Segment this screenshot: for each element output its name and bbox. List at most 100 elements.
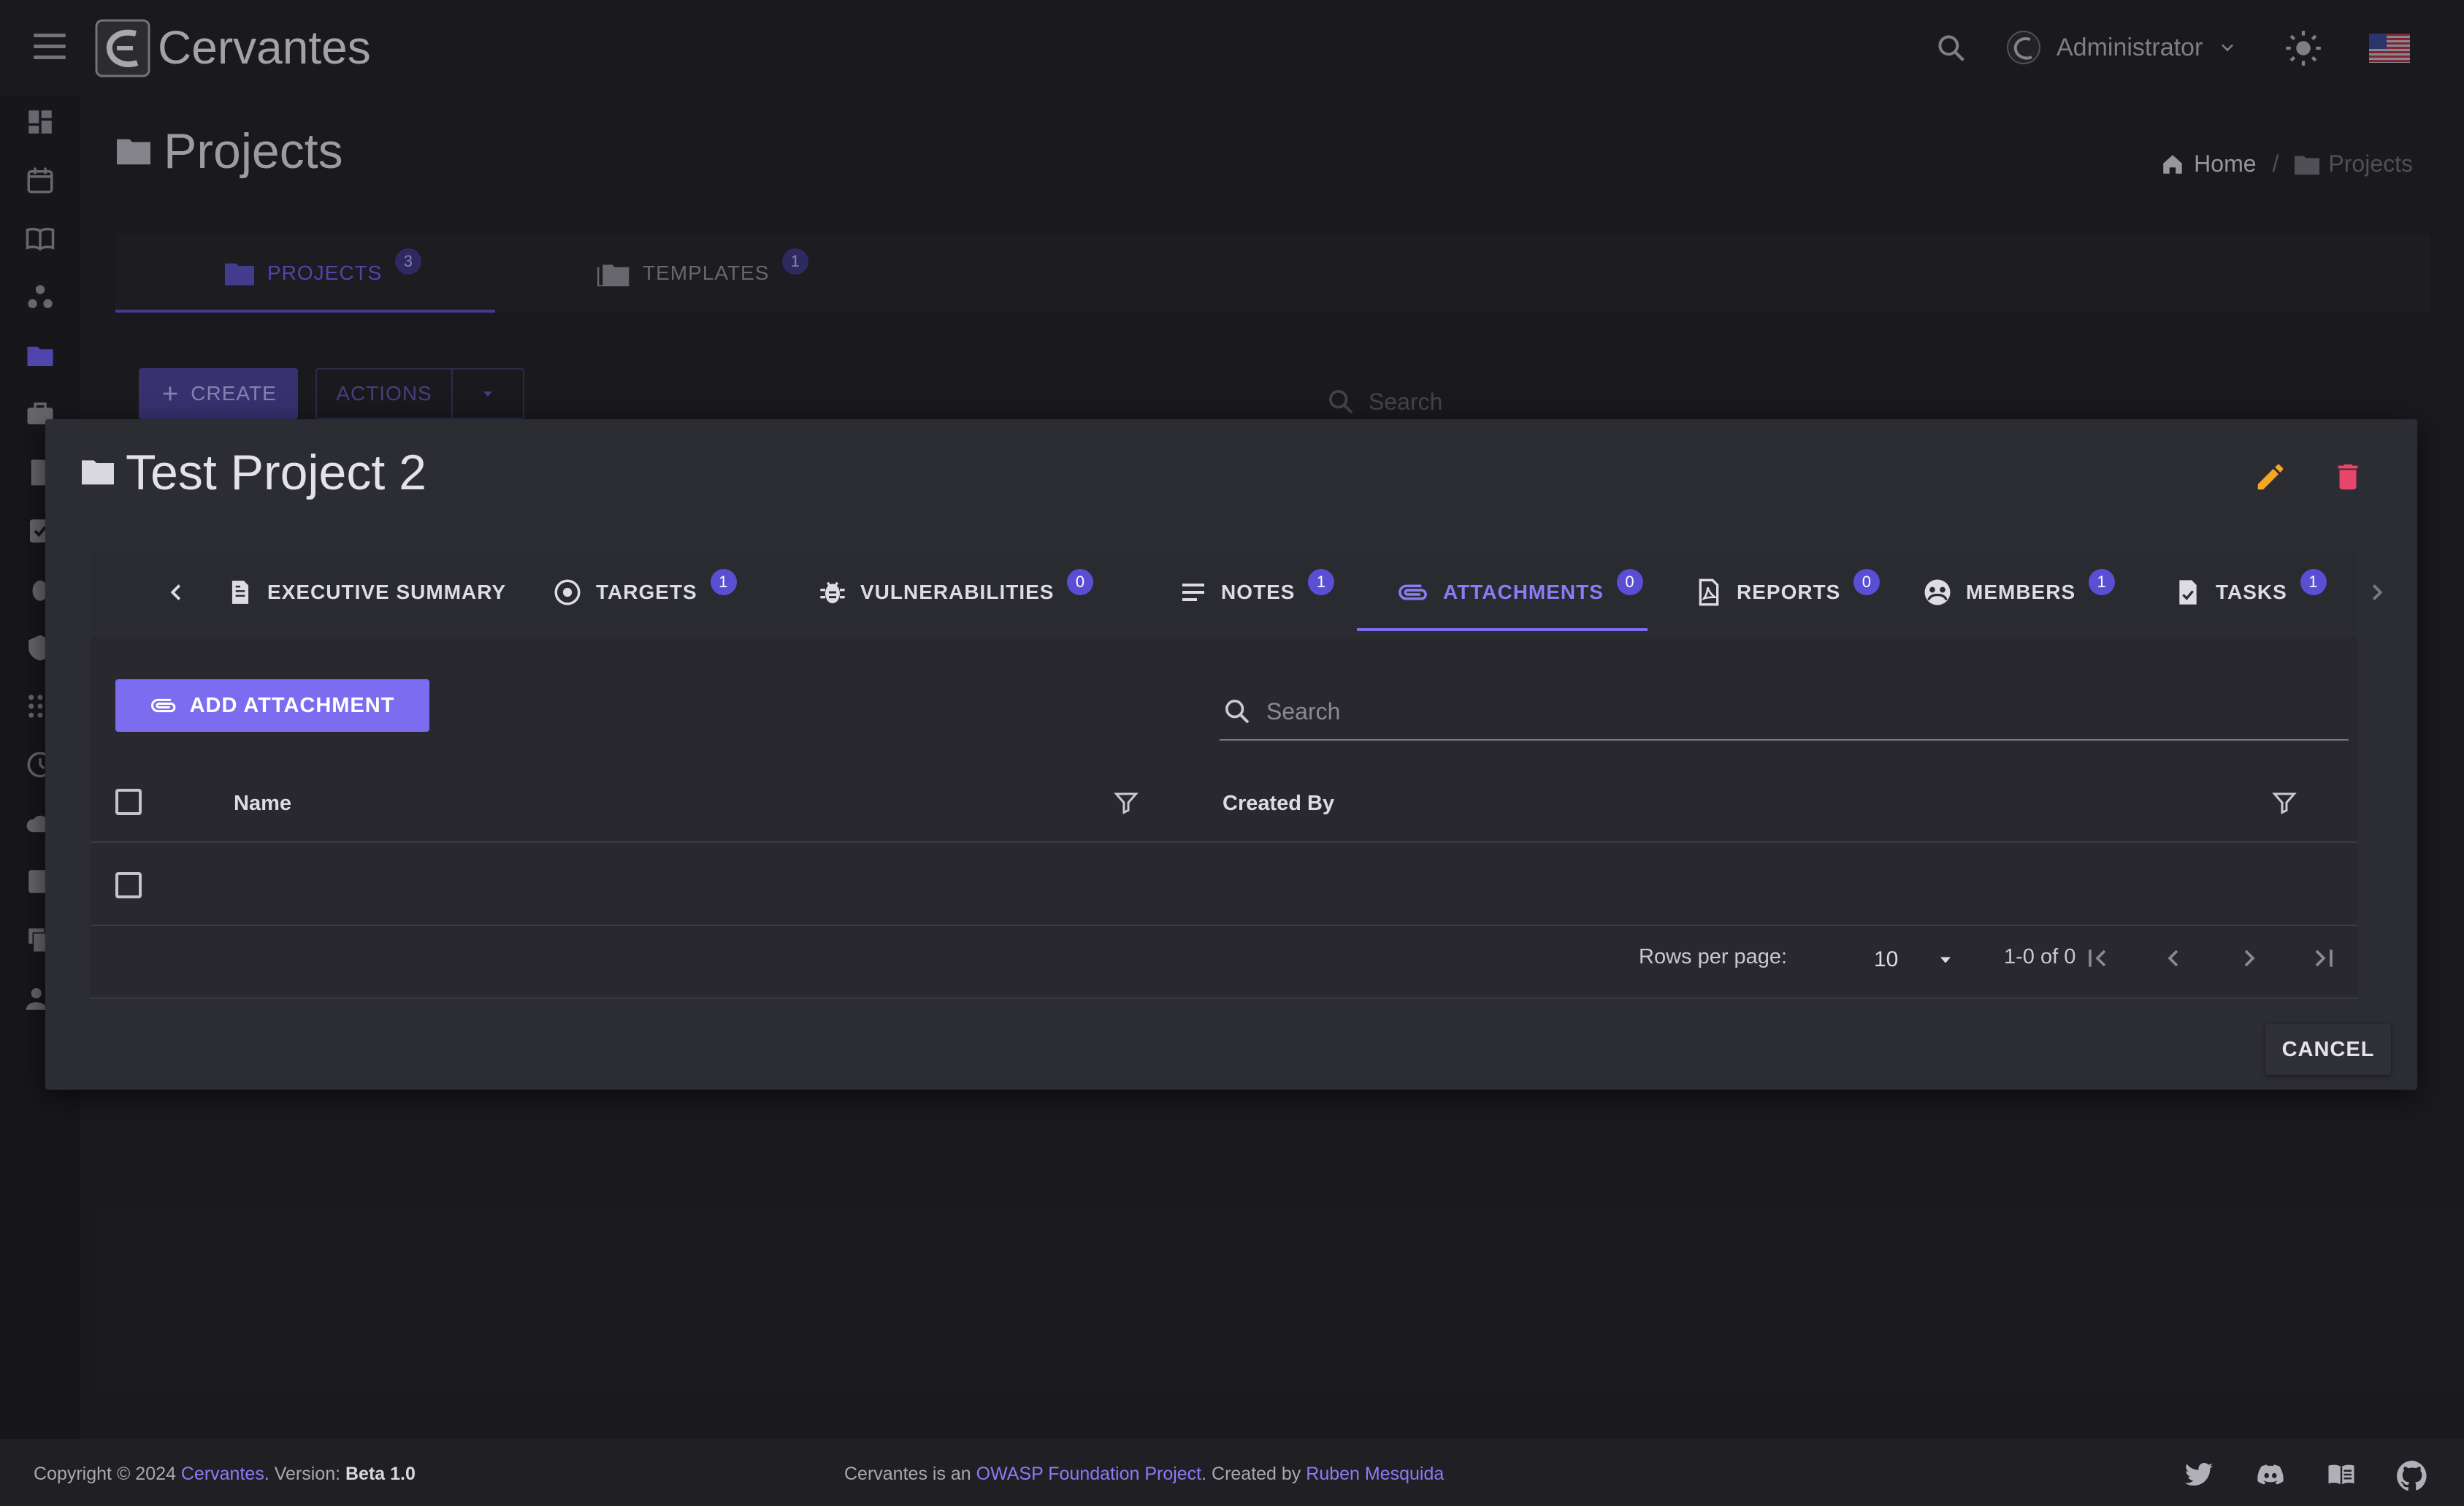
create-button[interactable]: CREATE	[139, 368, 298, 419]
add-attachment-button[interactable]: ADD ATTACHMENT	[115, 679, 429, 732]
discord-icon[interactable]	[2255, 1459, 2286, 1490]
delete-trash-icon[interactable]	[2331, 460, 2365, 494]
tab-reports[interactable]: REPORTS 0	[1694, 554, 1880, 631]
chevron-right-icon[interactable]	[2363, 578, 2391, 606]
menu-icon[interactable]	[34, 34, 66, 60]
tab-tasks[interactable]: TASKS 1	[2173, 554, 2327, 631]
bug-icon	[820, 581, 845, 603]
twitter-icon[interactable]	[2184, 1459, 2214, 1490]
breadcrumb-separator: /	[2272, 150, 2279, 177]
theme-toggle-icon[interactable]	[2284, 29, 2322, 67]
dialog-title: Test Project 2	[126, 445, 426, 500]
tab-notes[interactable]: NOTES 1	[1179, 554, 1335, 631]
book-icon[interactable]	[25, 223, 56, 254]
search-icon	[1225, 700, 1250, 724]
breadcrumb-home[interactable]: Home	[2160, 150, 2257, 177]
create-button-label: CREATE	[191, 382, 277, 405]
search-icon[interactable]	[1935, 32, 1967, 64]
cervantes-link[interactable]: Cervantes	[181, 1464, 264, 1484]
footer-copyright: Copyright © 2024 Cervantes. Version: Bet…	[34, 1464, 416, 1485]
docs-book-icon[interactable]	[2325, 1459, 2357, 1490]
tab-notes-count-badge: 1	[1308, 569, 1335, 595]
user-avatar-icon	[2007, 31, 2040, 64]
chevron-left-icon[interactable]	[162, 578, 190, 606]
breadcrumb: Home / Projects	[2160, 150, 2413, 177]
attachments-search[interactable]	[1220, 684, 2349, 741]
page-footer: Copyright © 2024 Cervantes. Version: Bet…	[0, 1439, 2464, 1506]
previous-page-icon[interactable]	[2159, 944, 2188, 973]
filter-icon[interactable]	[1113, 789, 1139, 817]
folders-icon	[597, 264, 630, 286]
top-app-bar: Cervantes Administrator	[0, 0, 2464, 96]
github-icon[interactable]	[2395, 1459, 2429, 1493]
last-page-icon[interactable]	[2309, 944, 2338, 973]
actions-button[interactable]: ACTIONS	[317, 370, 453, 418]
projects-folder-icon[interactable]	[25, 340, 56, 371]
footer-credits: Cervantes is an OWASP Foundation Project…	[844, 1464, 1444, 1485]
tab-projects[interactable]: PROJECTS 3	[225, 234, 422, 313]
row-checkbox[interactable]	[115, 872, 142, 898]
tab-tasks-label: TASKS	[2216, 581, 2287, 603]
us-flag-icon[interactable]	[2369, 34, 2410, 63]
tab-reports-label: REPORTS	[1737, 581, 1841, 603]
user-menu[interactable]: Administrator	[2005, 29, 2238, 66]
folder-icon	[117, 139, 150, 165]
tab-members[interactable]: MEMBERS 1	[1922, 554, 2116, 631]
actions-button-group[interactable]: ACTIONS	[315, 368, 524, 419]
notes-lines-icon	[1182, 584, 1204, 601]
projects-search-placeholder: Search	[1369, 388, 1443, 415]
calendar-icon[interactable]	[25, 165, 56, 196]
column-header-created-by[interactable]: Created By	[1223, 792, 1334, 816]
plus-icon	[163, 386, 177, 401]
author-link[interactable]: Ruben Mesquida	[1306, 1464, 1444, 1484]
tab-members-count-badge: 1	[2089, 569, 2116, 595]
dashboard-icon[interactable]	[25, 107, 56, 137]
copyright-text: Copyright © 2024	[34, 1464, 181, 1484]
tab-vulnerabilities-count-badge: 0	[1067, 569, 1094, 595]
folder-icon	[82, 460, 114, 485]
chevron-down-icon	[2222, 44, 2234, 52]
tab-members-label: MEMBERS	[1966, 581, 2076, 603]
tab-templates[interactable]: TEMPLATES 1	[597, 234, 809, 313]
home-icon	[2163, 154, 2182, 174]
main-tabs: PROJECTS 3 TEMPLATES 1	[115, 234, 2430, 313]
actions-dropdown-button[interactable]	[453, 370, 523, 418]
breadcrumb-current-label: Projects	[2328, 150, 2413, 177]
first-page-icon[interactable]	[2083, 944, 2112, 973]
tab-attachments[interactable]: ATTACHMENTS 0	[1398, 554, 1643, 631]
search-icon	[1329, 390, 1353, 414]
task-document-icon	[2179, 580, 2197, 605]
tab-executive-summary[interactable]: EXECUTIVE SUMMARY	[226, 554, 506, 631]
page-range: 1-0 of 0	[2004, 945, 2076, 968]
caret-down-icon	[483, 391, 492, 397]
paperclip-icon	[1399, 584, 1427, 600]
edit-pencil-icon[interactable]	[2254, 460, 2287, 494]
next-page-icon[interactable]	[2235, 944, 2264, 973]
tab-targets[interactable]: TARGETS 1	[552, 554, 737, 631]
cancel-button[interactable]: CANCEL	[2265, 1024, 2391, 1075]
column-header-name[interactable]: Name	[234, 792, 291, 816]
owasp-link[interactable]: OWASP Foundation Project	[976, 1464, 1201, 1484]
table-header: Name Created By	[91, 762, 2357, 843]
attachments-search-input[interactable]	[1266, 697, 2289, 725]
tab-vulnerabilities[interactable]: VULNERABILITIES 0	[818, 554, 1094, 631]
tab-tasks-count-badge: 1	[2300, 569, 2327, 595]
rows-per-page-label: Rows per page:	[1639, 945, 1788, 968]
clients-icon[interactable]	[25, 282, 56, 313]
rows-per-page-select[interactable]: 10	[1874, 944, 1956, 976]
projects-search[interactable]: Search	[1326, 387, 1442, 416]
folder-icon	[225, 263, 254, 286]
rows-per-page-value: 10	[1874, 947, 1899, 971]
table-row	[91, 844, 2357, 926]
caret-down-icon	[1940, 957, 1951, 963]
tab-attachments-label: ATTACHMENTS	[1443, 581, 1604, 603]
project-dialog: Test Project 2 EXECUTIVE SUMMARY TARGETS…	[45, 419, 2417, 1090]
filter-icon[interactable]	[2271, 789, 2297, 817]
select-all-checkbox[interactable]	[115, 789, 142, 815]
version-value: Beta 1.0	[345, 1464, 416, 1484]
tab-vulnerabilities-label: VULNERABILITIES	[860, 581, 1055, 603]
active-tab-indicator	[1357, 628, 1648, 631]
breadcrumb-current: Projects	[2295, 150, 2413, 177]
tab-projects-label: PROJECTS	[267, 261, 383, 284]
target-icon	[554, 579, 581, 605]
